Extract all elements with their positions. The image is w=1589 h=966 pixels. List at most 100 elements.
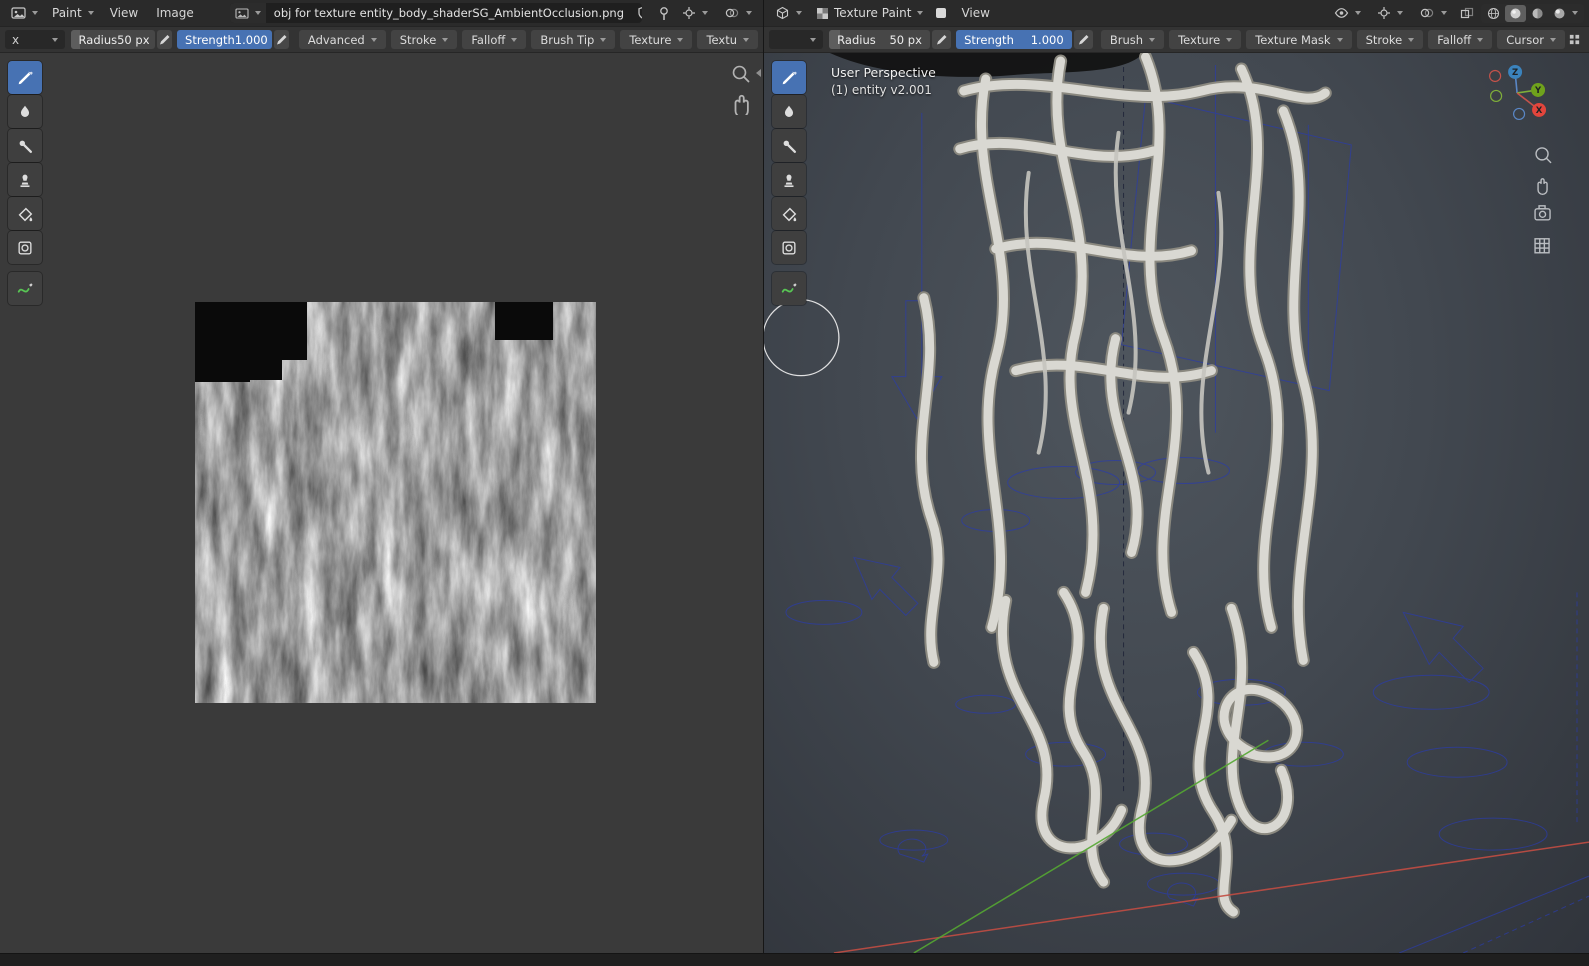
- menu-view[interactable]: View: [102, 3, 146, 23]
- camera-view-icon[interactable]: [1534, 205, 1551, 221]
- strength-slider[interactable]: Strength 1.000: [956, 30, 1072, 49]
- gizmos-dropdown[interactable]: [676, 3, 714, 23]
- strength-value: 1.000: [234, 32, 268, 47]
- menu-view[interactable]: View: [953, 3, 997, 23]
- armature-wireframe: [785, 64, 1589, 953]
- panel-texture-mask[interactable]: Texture Mask: [1246, 30, 1352, 49]
- vp-tool-draw[interactable]: [772, 61, 806, 94]
- shading-wireframe-button[interactable]: [1483, 5, 1504, 22]
- tool-mask[interactable]: [8, 231, 42, 264]
- menu-image[interactable]: Image: [148, 3, 202, 23]
- vp-tool-soften[interactable]: [772, 95, 806, 128]
- active-tool-icon-button[interactable]: [931, 4, 951, 22]
- radius-pressure-toggle[interactable]: [931, 30, 952, 49]
- brush-icon: [782, 71, 797, 84]
- pin-button[interactable]: [654, 4, 674, 23]
- panel-falloff[interactable]: Falloff: [1428, 30, 1493, 49]
- shading-rendered-button[interactable]: [1549, 5, 1582, 22]
- radius-pressure-toggle[interactable]: [156, 30, 173, 49]
- orthographic-toggle-icon[interactable]: [1534, 238, 1550, 254]
- navigation-gizmo[interactable]: Z Y X: [1489, 64, 1547, 121]
- pan-hand-icon[interactable]: [730, 93, 752, 115]
- shading-solid-button[interactable]: [1505, 4, 1526, 22]
- gizmo-axis-x-neg[interactable]: [1489, 69, 1502, 83]
- pan-hand-icon[interactable]: [1537, 178, 1548, 196]
- xray-toggle[interactable]: [1457, 5, 1477, 22]
- fake-user-button[interactable]: [632, 3, 642, 23]
- panel-brush[interactable]: Brush: [1100, 30, 1165, 49]
- mode-dropdown[interactable]: Texture Paint: [810, 3, 929, 23]
- brush-icon: [936, 8, 947, 18]
- tool-clone[interactable]: [8, 163, 42, 196]
- vp-tool-mask[interactable]: [772, 231, 806, 264]
- vp-tool-smear[interactable]: [772, 129, 806, 162]
- panel-texture[interactable]: Texture: [1169, 30, 1242, 49]
- chevron-down-icon: [1149, 37, 1156, 42]
- pencil-icon: [937, 35, 947, 45]
- stamp-icon: [20, 174, 30, 187]
- panel-texture[interactable]: Texture: [620, 30, 693, 49]
- tool-settings-options-button[interactable]: [1565, 31, 1584, 48]
- panel-stroke[interactable]: Stroke: [390, 30, 458, 49]
- brush-name: x: [12, 32, 20, 47]
- brush-cursor: [764, 299, 840, 377]
- status-bar: [0, 953, 1589, 966]
- chevron-down-icon: [702, 11, 708, 15]
- wireframe-sphere-icon: [1487, 7, 1500, 19]
- strength-pressure-toggle[interactable]: [273, 30, 289, 49]
- mode-dropdown[interactable]: Paint: [46, 3, 100, 23]
- 3d-viewport-editor: Texture Paint View Radius 50 px Strength…: [763, 0, 1589, 953]
- tool-annotate[interactable]: [8, 272, 42, 305]
- 3d-scene[interactable]: Z Y X: [764, 53, 1589, 953]
- gizmos-dropdown[interactable]: [1371, 3, 1409, 23]
- viewport-canvas[interactable]: User Perspective (1) entity v2.001 Z Y X: [764, 53, 1589, 953]
- image-canvas[interactable]: [0, 53, 763, 953]
- radius-slider[interactable]: Radius 50 px: [829, 30, 930, 49]
- panel-stroke[interactable]: Stroke: [1356, 30, 1424, 49]
- brush-selector-dropdown[interactable]: [769, 30, 824, 49]
- chevron-down-icon: [743, 37, 750, 42]
- vp-tool-annotate[interactable]: [772, 272, 806, 305]
- zoom-icon[interactable]: [730, 63, 752, 85]
- image-name-field[interactable]: obj for texture entity_body_shaderSG_Amb…: [266, 6, 632, 20]
- panel-cursor[interactable]: Cursor: [1497, 30, 1565, 49]
- smear-icon: [19, 140, 33, 153]
- pencil-icon: [1078, 35, 1089, 45]
- mode-label: Texture Paint: [834, 6, 912, 20]
- overlays-dropdown[interactable]: [718, 3, 758, 23]
- gizmo-axis-y-neg[interactable]: [1490, 89, 1503, 103]
- radius-slider[interactable]: Radius 50 px: [70, 30, 155, 49]
- radius-label: Radius: [78, 32, 118, 47]
- panel-falloff[interactable]: Falloff: [462, 30, 527, 49]
- shading-material-button[interactable]: [1527, 5, 1548, 22]
- editor-type-dropdown[interactable]: [5, 3, 44, 23]
- chevron-down-icon: [1550, 37, 1556, 42]
- annotate-icon: [781, 283, 797, 293]
- gizmo-axis-z-neg[interactable]: [1512, 107, 1526, 121]
- strength-pressure-toggle[interactable]: [1073, 30, 1093, 49]
- 3d-viewport-icon: [776, 6, 789, 20]
- vp-tool-clone[interactable]: [772, 163, 806, 196]
- panel-brush-tip[interactable]: Brush Tip: [531, 30, 616, 49]
- visibility-dropdown[interactable]: [1328, 3, 1367, 23]
- strength-slider[interactable]: Strength 1.000: [177, 30, 272, 49]
- panel-texture-mask[interactable]: Textu: [697, 30, 759, 49]
- vp-tool-fill[interactable]: [772, 197, 806, 230]
- editor-type-dropdown[interactable]: [769, 3, 808, 23]
- sidebar-toggle-icon[interactable]: [756, 69, 761, 77]
- chevron-down-icon: [511, 37, 518, 42]
- image-editor-header-right: [676, 3, 758, 23]
- droplet-icon: [20, 105, 30, 117]
- tool-draw[interactable]: [8, 61, 42, 94]
- panel-advanced[interactable]: Advanced: [298, 30, 386, 49]
- tool-fill[interactable]: [8, 197, 42, 230]
- tool-soften[interactable]: [8, 95, 42, 128]
- tool-smear[interactable]: [8, 129, 42, 162]
- overlays-dropdown[interactable]: [1413, 3, 1453, 23]
- brush-selector-dropdown[interactable]: x: [5, 30, 65, 49]
- viewport-header: Texture Paint View: [764, 0, 1589, 26]
- mask-icon: [18, 240, 32, 255]
- browse-image-dropdown[interactable]: [229, 3, 266, 23]
- zoom-icon[interactable]: [1535, 147, 1552, 164]
- chevron-down-icon: [32, 11, 38, 15]
